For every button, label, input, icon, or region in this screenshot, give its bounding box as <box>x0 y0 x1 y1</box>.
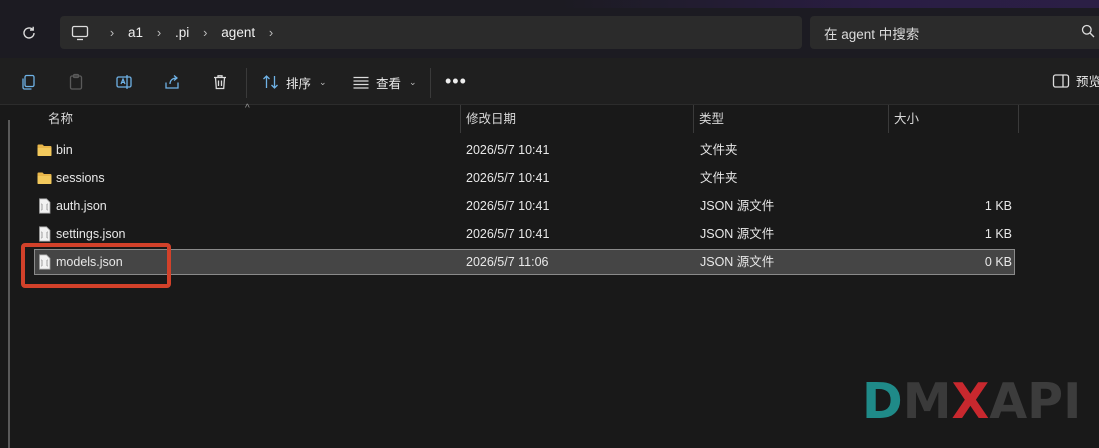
file-row-auth-json[interactable]: auth.json 2026/5/7 10:41 JSON 源文件 1 KB <box>34 193 1015 219</box>
file-modified: 2026/5/7 11:06 <box>466 255 549 269</box>
logo-letter: X <box>951 373 990 430</box>
refresh-icon[interactable] <box>18 22 40 44</box>
more-options-button[interactable]: ••• <box>445 71 467 91</box>
dmxapi-watermark-logo: DMXAPI <box>862 376 1081 428</box>
file-size: 1 KB <box>984 227 1012 241</box>
address-toolbar: › a1 › .pi › agent › 在 agent 中搜索 <box>0 0 1099 58</box>
chevron-right-icon[interactable]: › <box>100 25 124 40</box>
toolbar-divider <box>430 68 431 98</box>
folder-icon <box>37 142 52 158</box>
file-type: JSON 源文件 <box>700 227 775 241</box>
file-type: 文件夹 <box>700 171 738 185</box>
sort-icon <box>263 75 278 89</box>
file-name: bin <box>56 143 73 157</box>
file-type: JSON 源文件 <box>700 255 775 269</box>
breadcrumb-agent[interactable]: agent <box>217 25 259 40</box>
chevron-right-icon[interactable]: › <box>147 25 171 40</box>
file-type: 文件夹 <box>700 143 738 157</box>
column-header: 名称 修改日期 类型 大小 <box>18 105 1019 133</box>
rename-icon[interactable] <box>112 70 136 94</box>
paste-icon[interactable] <box>64 70 88 94</box>
column-size[interactable]: 大小 <box>888 105 1019 133</box>
file-row-models-json[interactable]: models.json 2026/5/7 11:06 JSON 源文件 0 KB <box>34 249 1015 275</box>
search-placeholder: 在 agent 中搜索 <box>824 26 920 42</box>
file-row-sessions[interactable]: sessions 2026/5/7 10:41 文件夹 <box>34 165 1015 191</box>
json-file-icon <box>37 226 52 242</box>
column-modified[interactable]: 修改日期 <box>460 105 694 133</box>
file-modified: 2026/5/7 10:41 <box>466 171 550 185</box>
preview-pane-icon <box>1052 73 1070 88</box>
logo-letter: D <box>862 373 903 430</box>
toolbar-divider <box>246 68 247 98</box>
logo-letters: API <box>989 373 1082 430</box>
file-row-settings-json[interactable]: settings.json 2026/5/7 10:41 JSON 源文件 1 … <box>34 221 1015 247</box>
chevron-down-icon: ⌄ <box>409 76 417 87</box>
preview-button[interactable]: 预览 <box>1052 71 1099 90</box>
file-modified: 2026/5/7 10:41 <box>466 227 550 241</box>
title-glow <box>560 0 1099 8</box>
view-dropdown[interactable]: 查看 ⌄ <box>352 71 417 93</box>
search-icon[interactable] <box>1081 24 1095 41</box>
address-bar[interactable]: › a1 › .pi › agent › <box>60 16 802 49</box>
file-modified: 2026/5/7 10:41 <box>466 143 550 157</box>
command-bar: 排序 ⌄ 查看 ⌄ ••• 预览 <box>0 58 1099 105</box>
delete-icon[interactable] <box>208 70 232 94</box>
sort-label: 排序 <box>286 76 312 91</box>
copy-icon[interactable] <box>16 70 40 94</box>
file-size: 0 KB <box>984 255 1012 269</box>
navigation-pane-edge <box>8 120 10 448</box>
search-input[interactable]: 在 agent 中搜索 <box>810 16 1099 49</box>
sort-dropdown[interactable]: 排序 ⌄ <box>262 71 327 93</box>
breadcrumb-pi[interactable]: .pi <box>171 25 193 40</box>
view-label: 查看 <box>376 76 402 91</box>
chevron-right-icon[interactable]: › <box>193 25 217 40</box>
column-name[interactable]: 名称 <box>42 105 461 133</box>
file-size: 1 KB <box>984 199 1012 213</box>
file-name: auth.json <box>56 199 107 213</box>
file-modified: 2026/5/7 10:41 <box>466 199 550 213</box>
view-icon <box>353 76 369 89</box>
share-icon[interactable] <box>160 70 184 94</box>
computer-icon[interactable] <box>60 16 100 49</box>
chevron-right-icon[interactable]: › <box>259 25 283 40</box>
logo-letter: M <box>902 373 952 430</box>
chevron-down-icon: ⌄ <box>319 76 327 87</box>
file-type: JSON 源文件 <box>700 199 775 213</box>
file-row-bin[interactable]: bin 2026/5/7 10:41 文件夹 <box>34 137 1015 163</box>
folder-icon <box>37 170 52 186</box>
annotation-highlight-box <box>21 243 171 288</box>
column-type[interactable]: 类型 <box>693 105 889 133</box>
breadcrumb-a1[interactable]: a1 <box>124 25 147 40</box>
preview-label: 预览 <box>1076 75 1099 89</box>
json-file-icon <box>37 198 52 214</box>
file-name: sessions <box>56 171 105 185</box>
